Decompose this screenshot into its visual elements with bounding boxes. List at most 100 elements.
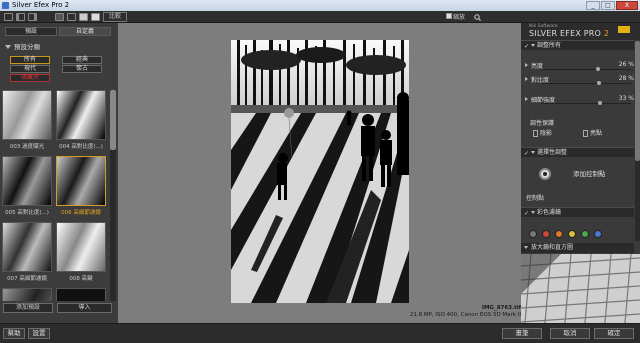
preview-photo[interactable] bbox=[231, 40, 409, 303]
slider-knob[interactable] bbox=[598, 101, 603, 105]
brand-name: SILVER EFEX PRO 2 bbox=[529, 29, 610, 38]
category-modern[interactable]: 現代 bbox=[10, 65, 50, 73]
scrollbar-handle[interactable] bbox=[635, 41, 640, 161]
app-icon bbox=[2, 2, 9, 9]
color-filter-header[interactable]: ✓ 彩色濾鏡 bbox=[521, 207, 634, 217]
filter-green-swatch[interactable] bbox=[581, 230, 589, 238]
bottom-bar: 幫助 設置 畫筆 取消 確定 bbox=[0, 323, 640, 343]
adjustments-scrollbar[interactable] bbox=[635, 41, 640, 241]
filter-red-swatch[interactable] bbox=[542, 230, 550, 238]
brush-button[interactable]: 畫筆 bbox=[502, 328, 542, 339]
preset-thumbnail-selected[interactable]: 006 高細節濾鏡 bbox=[56, 156, 106, 218]
preset-thumbnail[interactable]: 003 過度曝光 bbox=[2, 90, 52, 152]
expand-triangle-icon bbox=[524, 246, 528, 249]
filter-orange-swatch[interactable] bbox=[555, 230, 563, 238]
minimize-button[interactable]: _ bbox=[586, 1, 600, 10]
selective-adjustments-header[interactable]: ✓ 選擇性調整 bbox=[521, 147, 634, 157]
maximize-button[interactable]: □ bbox=[601, 1, 615, 10]
control-point-icon bbox=[539, 168, 551, 180]
preview-canvas: IMG_8763.tif 21.8 MP, ISO 400, Canon EOS… bbox=[118, 23, 521, 323]
toolbar: 比較 縮放 bbox=[0, 11, 640, 23]
brand-header: Nik Software SILVER EFEX PRO 2 bbox=[521, 23, 640, 40]
scrollbar-handle[interactable] bbox=[110, 90, 116, 150]
tab-custom[interactable]: 自定義 bbox=[59, 27, 111, 36]
tonality-protection-label: 調性保護 bbox=[530, 120, 555, 127]
category-vintage[interactable]: 懷古 bbox=[62, 65, 102, 73]
checkmark-icon[interactable]: ✓ bbox=[524, 42, 529, 51]
filter-neutral-swatch[interactable] bbox=[529, 230, 537, 238]
filter-blue-swatch[interactable] bbox=[594, 230, 602, 238]
expand-triangle-icon bbox=[531, 211, 535, 214]
tab-presets[interactable]: 預設 bbox=[5, 27, 57, 36]
loupe-preview[interactable] bbox=[521, 254, 640, 323]
checkmark-icon[interactable]: ✓ bbox=[524, 209, 529, 218]
magnifier-icon[interactable] bbox=[474, 14, 481, 21]
add-preset-button[interactable]: 添加預設 bbox=[3, 303, 53, 313]
preset-thumbnails: 003 過度曝光 004 高對比度(...) 005 高對比度(...) 006… bbox=[2, 90, 108, 326]
presets-panel: 預設 自定義 預設分類 所有 經典 現代 懷古 收藏夾 003 過度曝光 004… bbox=[0, 23, 118, 326]
preset-tabs: 預設 自定義 bbox=[5, 27, 111, 36]
photo-info: IMG_8763.tif 21.8 MP, ISO 400, Canon EOS… bbox=[271, 305, 521, 319]
checkmark-icon[interactable]: ✓ bbox=[524, 149, 529, 158]
shadows-toggle-icon[interactable] bbox=[533, 130, 538, 137]
help-button[interactable]: 幫助 bbox=[3, 328, 25, 339]
preset-categories-header[interactable]: 預設分類 bbox=[3, 42, 115, 52]
background-mid-icon[interactable] bbox=[67, 13, 76, 21]
slider-knob[interactable] bbox=[595, 67, 600, 71]
adjustments-panel: Nik Software SILVER EFEX PRO 2 ✓ 調整所有 亮度… bbox=[521, 23, 640, 323]
folder-icon[interactable] bbox=[618, 26, 630, 33]
background-dark-icon[interactable] bbox=[55, 13, 64, 21]
contrast-slider[interactable]: 對比度 28 % bbox=[525, 75, 634, 85]
slider-track[interactable] bbox=[541, 103, 631, 104]
ok-button[interactable]: 確定 bbox=[594, 328, 634, 339]
category-favorites[interactable]: 收藏夾 bbox=[10, 74, 50, 82]
close-button[interactable]: X bbox=[616, 1, 638, 10]
expand-triangle-icon bbox=[531, 151, 535, 154]
preset-thumbnail[interactable]: 007 高細節濾鏡 bbox=[2, 222, 52, 284]
window-title: Silver Efex Pro 2 bbox=[12, 1, 70, 9]
brightness-slider[interactable]: 亮度 26 % bbox=[525, 61, 634, 71]
split-view-icon[interactable] bbox=[16, 13, 25, 21]
loupe-histogram-header[interactable]: 放大鏡和直方圖 bbox=[521, 243, 634, 253]
section-title: 預設分類 bbox=[14, 43, 40, 51]
settings-button[interactable]: 設置 bbox=[28, 328, 50, 339]
control-points-label[interactable]: 控制點 bbox=[526, 193, 544, 202]
window-controls: _ □ X bbox=[586, 1, 638, 10]
filter-yellow-swatch[interactable] bbox=[568, 230, 576, 238]
preset-thumbnail[interactable]: 008 高鍵 bbox=[56, 222, 106, 284]
expand-triangle-icon bbox=[531, 44, 535, 47]
highlights-protection[interactable]: 亮點 bbox=[583, 128, 602, 137]
shadows-protection[interactable]: 陰影 bbox=[533, 128, 552, 137]
preset-thumbnail[interactable]: 005 高對比度(...) bbox=[2, 156, 52, 218]
photo-filename: IMG_8763.tif bbox=[481, 305, 521, 311]
background-light-icon[interactable] bbox=[79, 13, 88, 21]
presets-scrollbar[interactable] bbox=[110, 90, 116, 325]
slider-track[interactable] bbox=[541, 83, 631, 84]
preset-thumbnail[interactable]: 004 高對比度(...) bbox=[56, 90, 106, 152]
category-classic[interactable]: 經典 bbox=[62, 56, 102, 64]
collapse-triangle-icon bbox=[5, 45, 11, 49]
expand-triangle-icon bbox=[525, 77, 528, 81]
expand-triangle-icon bbox=[525, 97, 528, 101]
cancel-button[interactable]: 取消 bbox=[550, 328, 590, 339]
import-button[interactable]: 導入 bbox=[57, 303, 112, 313]
color-filter-swatches bbox=[529, 230, 629, 239]
side-by-side-icon[interactable] bbox=[28, 13, 37, 21]
photo-metadata: 21.8 MP, ISO 400, Canon EOS 5D Mark II bbox=[409, 312, 521, 318]
zoom-checkbox[interactable] bbox=[446, 13, 452, 19]
highlights-toggle-icon[interactable] bbox=[583, 130, 588, 137]
add-control-point-button[interactable]: 添加控制點 bbox=[533, 165, 621, 183]
compare-button[interactable]: 比較 bbox=[103, 12, 127, 22]
zoom-label: 縮放 bbox=[453, 14, 466, 21]
structure-slider[interactable]: 細節強度 33 % bbox=[525, 95, 634, 105]
photo-image bbox=[231, 40, 409, 303]
category-all[interactable]: 所有 bbox=[10, 56, 50, 64]
loupe-image bbox=[521, 254, 640, 323]
window-titlebar: Silver Efex Pro 2 _ □ X bbox=[0, 0, 640, 11]
global-adjustments-header[interactable]: ✓ 調整所有 bbox=[521, 40, 634, 50]
single-view-icon[interactable] bbox=[4, 13, 13, 21]
slider-knob[interactable] bbox=[596, 81, 601, 85]
background-white-icon[interactable] bbox=[91, 13, 100, 21]
expand-triangle-icon bbox=[525, 63, 528, 67]
slider-track[interactable] bbox=[541, 69, 631, 70]
